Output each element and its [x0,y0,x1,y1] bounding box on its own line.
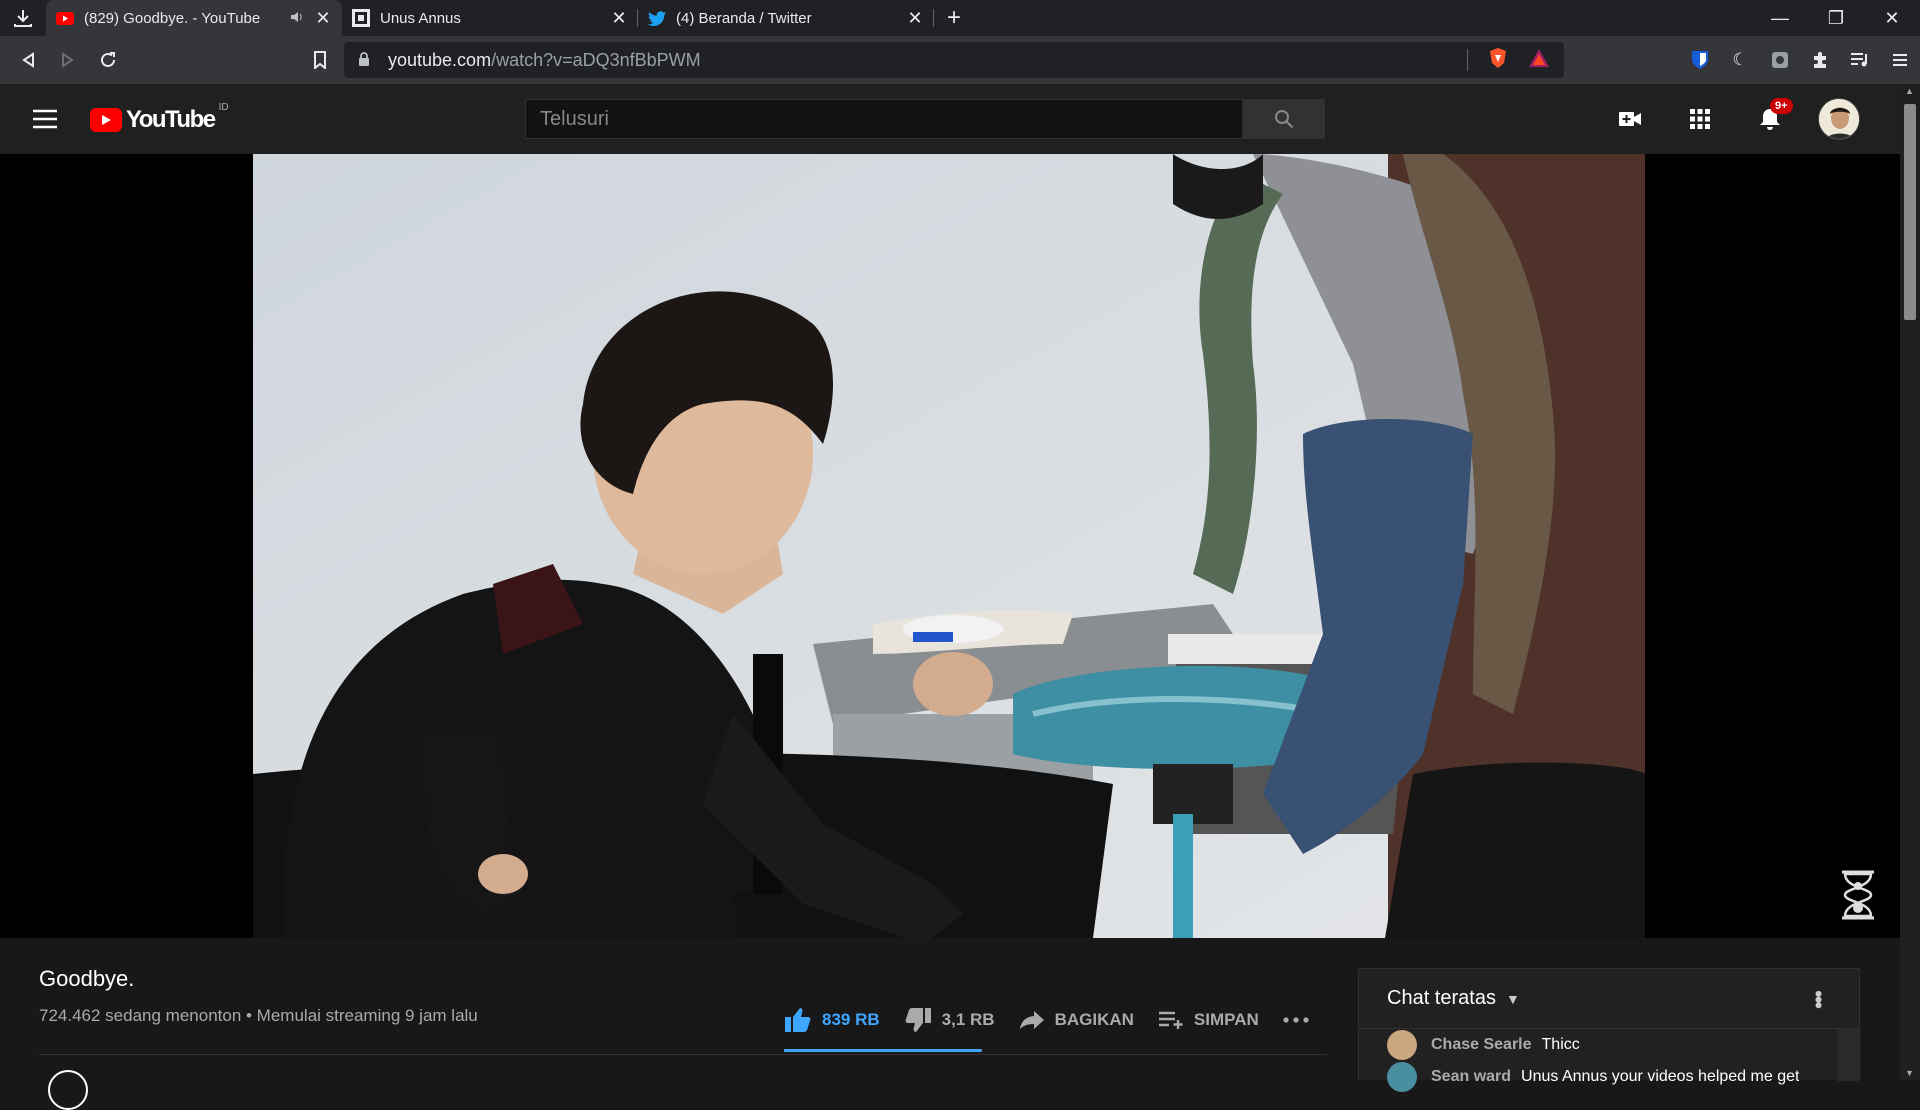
youtube-play-logo-icon [90,108,122,132]
tab-title: (829) Goodbye. - YouTube [84,9,261,27]
close-tab-icon[interactable]: ✕ [314,8,332,29]
back-icon[interactable] [8,40,48,80]
chat-text: Thicc [1541,1036,1580,1053]
video-camera-icon [1619,112,1641,126]
more-horizontal-icon [1283,1017,1309,1023]
video-actions: 839 RB 3,1 RB BAGIKAN SIMPAN [784,1002,1333,1038]
extensions-area: ☾ [1680,40,1920,80]
channel-watermark-icon[interactable] [1838,870,1878,920]
chat-message: Chase Searle Thicc [1359,1029,1859,1061]
bookmark-icon[interactable] [300,40,340,80]
live-chat-panel: Chat teratas ▼ ••• Chase Searle Thicc Se… [1358,968,1860,1092]
tab-twitter[interactable]: (4) Beranda / Twitter ✕ [638,0,934,36]
chat-message: Sean ward Unus Annus your videos helped … [1359,1061,1859,1093]
browser-menu-icon[interactable] [1880,40,1920,80]
more-vertical-icon[interactable]: ••• [1805,990,1831,1007]
playlist-add-icon [1158,1011,1183,1029]
chat-author[interactable]: Sean ward [1431,1068,1511,1086]
like-count: 839 RB [822,1010,880,1029]
window-controls: — ❐ ✕ [1752,0,1920,36]
video-still-image [253,154,1645,938]
notification-badge: 9+ [1770,98,1793,114]
video-player[interactable] [0,154,1900,938]
url-path: /watch?v=aDQ3nfBbPWM [491,49,701,70]
country-code: ID [218,102,229,113]
logo-wordmark: YouTube [126,106,216,133]
chat-header: Chat teratas ▼ ••• [1359,969,1859,1029]
dislike-count: 3,1 RB [941,1010,995,1029]
download-icon[interactable] [0,0,46,36]
tab-title: Unus Annus [380,9,461,27]
share-button[interactable]: BAGIKAN [1019,1002,1134,1038]
channel-avatar[interactable] [48,1070,88,1110]
youtube-logo[interactable]: YouTube ID [90,102,229,134]
share-label: BAGIKAN [1054,1010,1134,1029]
apps-button[interactable] [1678,97,1722,141]
save-button[interactable]: SIMPAN [1158,1002,1259,1038]
caret-down-icon[interactable]: ▼ [1506,991,1520,1007]
chat-author[interactable]: Chase Searle [1431,1036,1532,1054]
url-host: youtube.com [388,49,492,70]
search-box [525,99,1325,139]
like-ratio-fill [784,1049,982,1052]
media-queue-icon[interactable] [1840,40,1880,80]
like-button[interactable]: 839 RB [784,1002,880,1038]
new-tab-button[interactable]: + [934,0,974,36]
create-video-button[interactable] [1608,97,1652,141]
like-dislike-bar [784,1049,982,1052]
bitwarden-icon[interactable] [1680,40,1720,80]
brave-shields-icon[interactable] [1488,47,1508,74]
video-title: Goodbye. [39,966,135,991]
apps-grid-icon [1690,109,1710,129]
close-window-icon[interactable]: ✕ [1864,0,1920,36]
chat-text: Unus Annus your videos helped me get [1521,1068,1800,1085]
video-view-info: 724.462 sedang menonton • Memulai stream… [39,1006,478,1025]
tab-youtube[interactable]: (829) Goodbye. - YouTube ✕ [46,0,342,36]
extension-square-icon[interactable] [1760,40,1800,80]
chat-author-avatar[interactable] [1387,1030,1417,1060]
divider [39,1054,1327,1055]
scrollbar-thumb[interactable] [1904,104,1916,320]
more-actions-button[interactable] [1283,1002,1309,1038]
close-tab-icon[interactable]: ✕ [906,8,924,29]
video-frame[interactable] [253,154,1645,938]
guide-menu-icon[interactable] [28,107,62,131]
notifications-button[interactable]: 9+ [1748,97,1793,141]
page-scrollbar[interactable]: ▲ ▼ [1900,84,1920,1080]
close-tab-icon[interactable]: ✕ [610,8,628,29]
lock-icon[interactable] [358,51,370,69]
thumbs-up-icon [785,1008,811,1032]
chat-mode-dropdown[interactable]: Chat teratas [1387,987,1496,1010]
scroll-down-icon[interactable]: ▼ [1905,1068,1914,1078]
account-avatar[interactable] [1818,98,1860,140]
search-icon [1274,110,1293,129]
tab-unus-annus[interactable]: Unus Annus ✕ [342,0,638,36]
search-button[interactable] [1243,99,1325,139]
twitter-bird-icon [648,9,666,27]
share-arrow-icon [1019,1011,1044,1029]
forward-icon[interactable] [48,40,88,80]
save-label: SIMPAN [1193,1010,1259,1029]
tab-title: (4) Beranda / Twitter [676,9,812,27]
dark-reader-icon[interactable]: ☾ [1720,40,1760,80]
chat-author-avatar[interactable] [1387,1062,1417,1092]
restore-icon[interactable]: ❐ [1808,0,1864,36]
browser-toolbar: youtube.com /watch?v=aDQ3nfBbPWM ☾ [0,36,1920,84]
brave-rewards-icon[interactable] [1528,48,1550,73]
scroll-up-icon[interactable]: ▲ [1905,86,1914,96]
chat-scrollbar[interactable] [1837,1029,1859,1081]
speaker-icon[interactable] [290,11,304,26]
reload-icon[interactable] [88,40,128,80]
dislike-button[interactable]: 3,1 RB [904,1002,995,1038]
unus-annus-favicon-icon [352,9,370,27]
thumbs-down-icon [905,1008,931,1032]
search-input[interactable] [525,99,1243,139]
youtube-favicon-icon [56,9,74,27]
browser-tabstrip: (829) Goodbye. - YouTube ✕ Unus Annus ✕ … [0,0,1920,36]
address-bar[interactable]: youtube.com /watch?v=aDQ3nfBbPWM [344,42,1564,78]
youtube-masthead: YouTube ID 9+ [0,84,1900,154]
minimize-icon[interactable]: — [1752,0,1808,36]
puzzle-extensions-icon[interactable] [1800,40,1840,80]
